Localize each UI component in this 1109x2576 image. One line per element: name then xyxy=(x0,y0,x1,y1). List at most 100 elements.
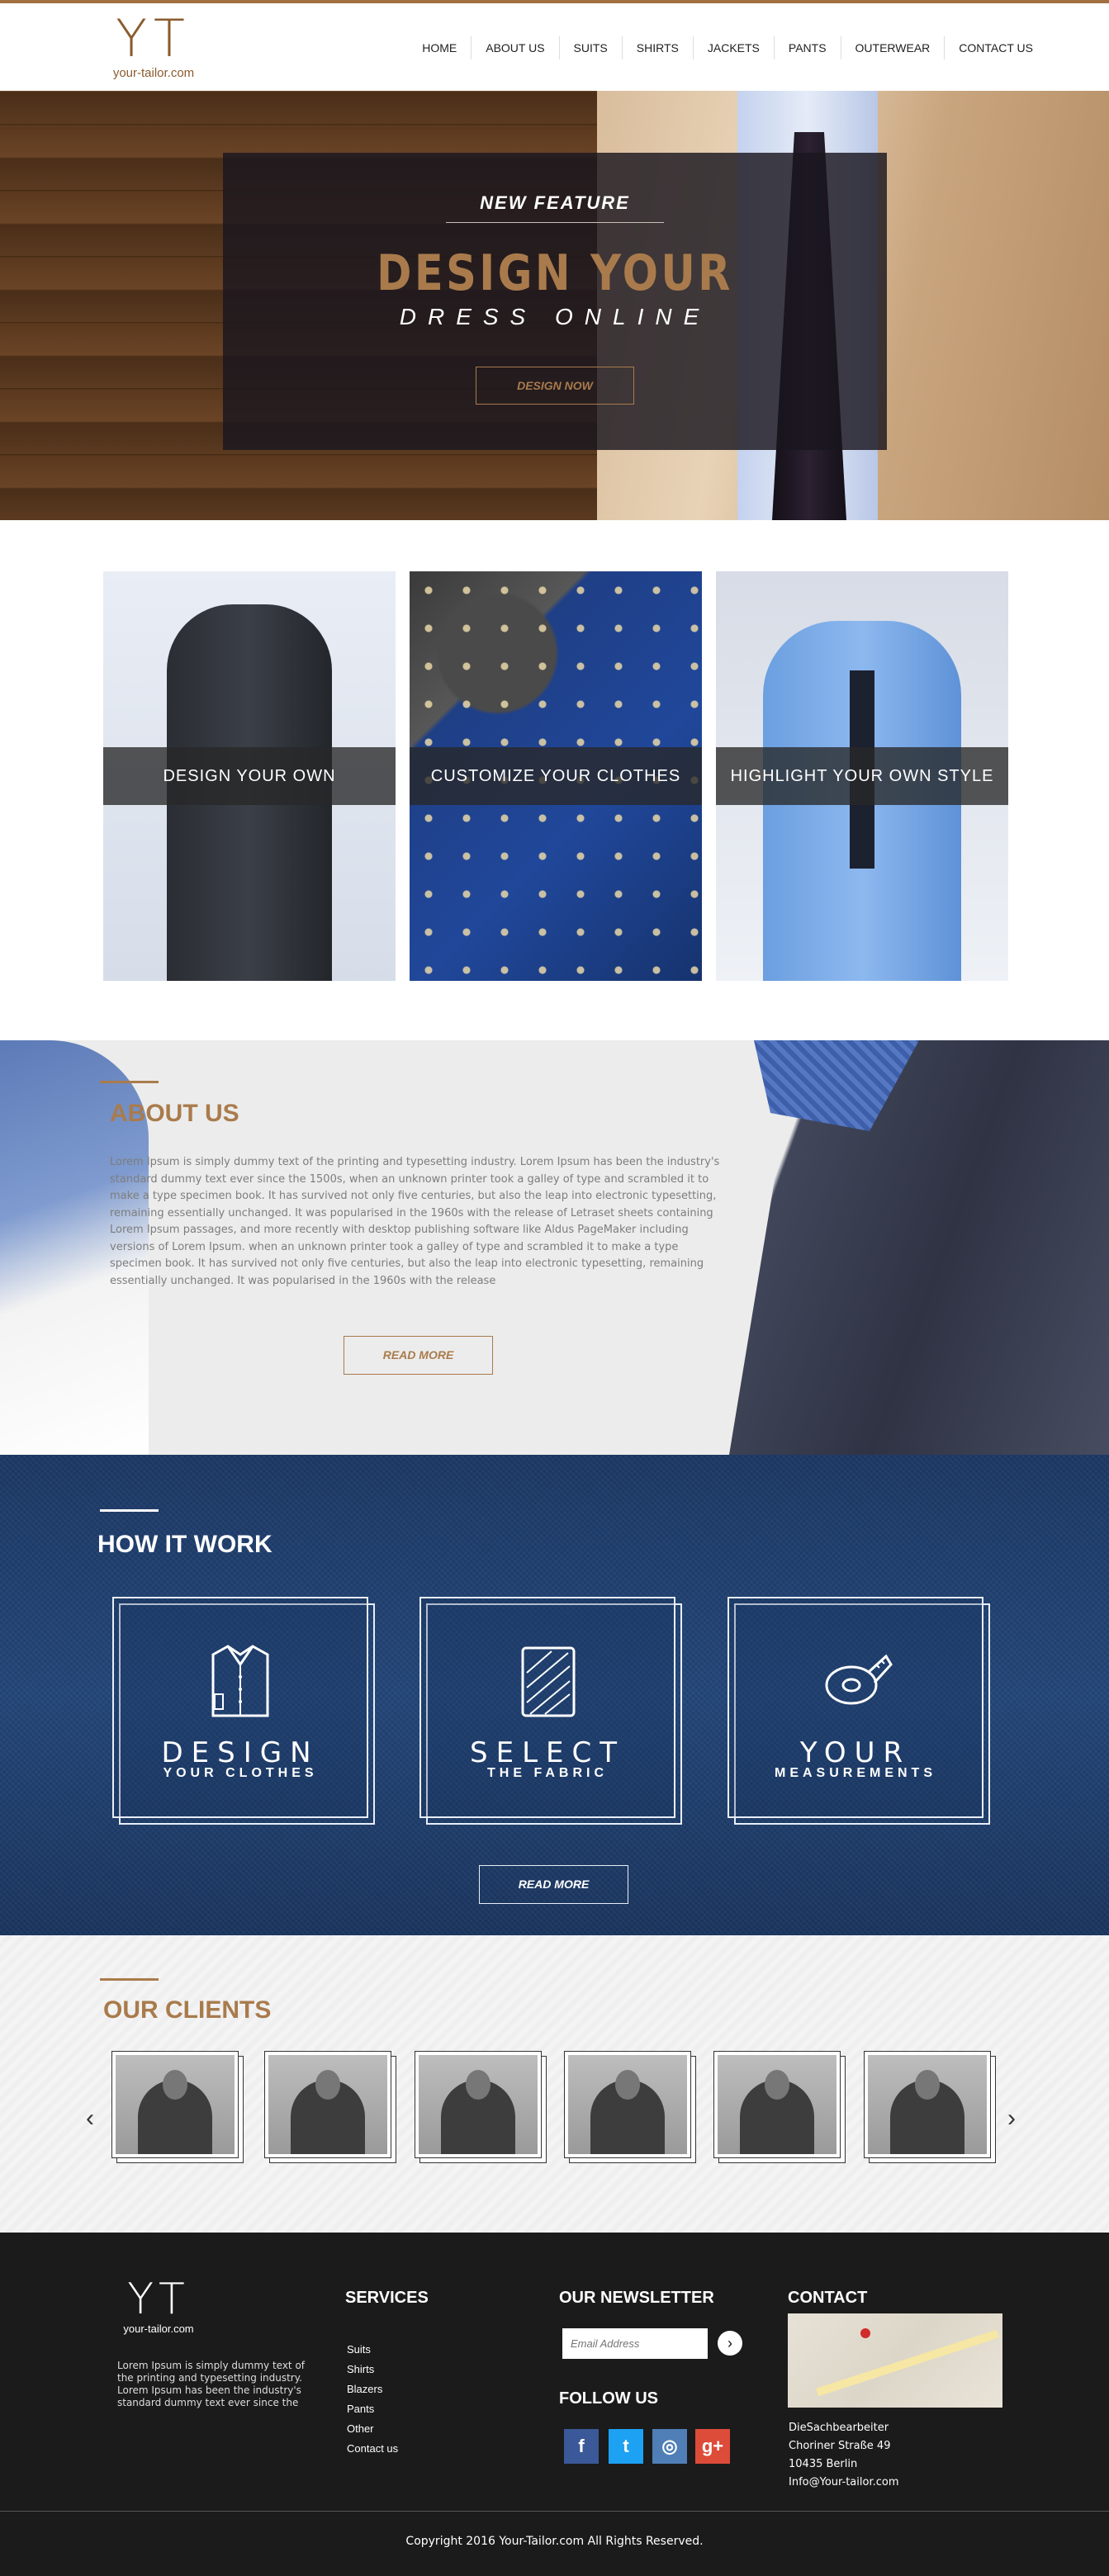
services-link-pants[interactable]: Pants xyxy=(347,2399,398,2419)
follow-us-heading: FOLLOW US xyxy=(559,2389,658,2408)
services-link-suits[interactable]: Suits xyxy=(347,2340,398,2360)
hero-kicker: NEW FEATURE xyxy=(480,192,630,213)
about-divider xyxy=(100,1081,159,1083)
clients-next-arrow-icon[interactable]: › xyxy=(1007,2105,1016,2133)
contact-company: DieSachbearbeiter xyxy=(789,2422,889,2434)
contact-email[interactable]: Info@Your-tailor.com xyxy=(789,2474,899,2492)
how-read-more-button[interactable]: READ MORE xyxy=(479,1865,628,1904)
logo-text: your-tailor.com xyxy=(112,66,195,80)
site-footer: YT your-tailor.com Lorem Ipsum is simply… xyxy=(0,2233,1109,2576)
shirt-icon xyxy=(211,1645,269,1717)
services-link-contact-us[interactable]: Contact us xyxy=(347,2439,398,2459)
client-frame xyxy=(713,2051,841,2158)
client-photo xyxy=(116,2055,235,2154)
feature-card-design[interactable]: DESIGN YOUR OWN xyxy=(103,571,396,981)
footer-logo-text: your-tailor.com xyxy=(123,2323,194,2335)
services-link-blazers[interactable]: Blazers xyxy=(347,2379,398,2399)
copyright-text: Copyright 2016 Your-Tailor.com All Right… xyxy=(405,2535,704,2548)
how-title: HOW IT WORK xyxy=(97,1531,273,1558)
how-it-works-section: HOW IT WORK DESIGN YOUR CLOTHES SELECT T… xyxy=(0,1455,1109,1935)
nav-item-outerwear[interactable]: OUTERWEAR xyxy=(841,36,945,59)
instagram-icon[interactable]: ◎ xyxy=(652,2429,687,2464)
footer-divider xyxy=(0,2511,1109,2512)
step-design[interactable]: DESIGN YOUR CLOTHES xyxy=(112,1597,375,1825)
step-frame: SELECT THE FABRIC xyxy=(419,1597,675,1818)
nav-item-home[interactable]: HOME xyxy=(408,36,472,59)
map-pin-icon xyxy=(860,2328,870,2338)
newsletter-email-input[interactable] xyxy=(562,2328,708,2359)
client-card[interactable] xyxy=(415,2051,547,2163)
hero-title: DESIGN YOUR xyxy=(377,244,733,302)
client-frame xyxy=(111,2051,239,2158)
services-heading: SERVICES xyxy=(345,2289,429,2307)
nav-item-about-us[interactable]: ABOUT US xyxy=(472,36,560,59)
site-header: YT your-tailor.com HOME ABOUT US SUITS S… xyxy=(0,0,1109,91)
contact-map[interactable] xyxy=(788,2313,1002,2408)
step-frame: DESIGN YOUR CLOTHES xyxy=(112,1597,368,1818)
step-subtitle: MEASUREMENTS xyxy=(774,1766,936,1780)
nav-item-pants[interactable]: PANTS xyxy=(775,36,841,59)
step-measurements[interactable]: YOUR MEASUREMENTS xyxy=(727,1597,990,1825)
services-link-shirts[interactable]: Shirts xyxy=(347,2360,398,2379)
client-card[interactable] xyxy=(864,2051,996,2163)
client-frame xyxy=(415,2051,542,2158)
footer-about-text: Lorem Ipsum is simply dummy text of the … xyxy=(117,2360,306,2408)
design-now-button[interactable]: DESIGN NOW xyxy=(476,367,634,405)
newsletter-heading: OUR NEWSLETTER xyxy=(559,2289,714,2307)
client-photo xyxy=(568,2055,687,2154)
nav-item-suits[interactable]: SUITS xyxy=(560,36,623,59)
feature-cards: DESIGN YOUR OWN CUSTOMIZE YOUR CLOTHES H… xyxy=(0,520,1109,1040)
client-card[interactable] xyxy=(111,2051,244,2163)
clients-title: OUR CLIENTS xyxy=(103,1996,272,2024)
services-link-other[interactable]: Other xyxy=(347,2419,398,2439)
clients-prev-arrow-icon[interactable]: ‹ xyxy=(86,2105,94,2133)
nav-item-shirts[interactable]: SHIRTS xyxy=(623,36,694,59)
feature-card-customize[interactable]: CUSTOMIZE YOUR CLOTHES xyxy=(410,571,702,981)
feature-card-style[interactable]: HIGHLIGHT YOUR OWN STYLE xyxy=(716,571,1008,981)
contact-street: Choriner Straße 49 xyxy=(789,2440,891,2452)
main-nav: HOME ABOUT US SUITS SHIRTS JACKETS PANTS… xyxy=(408,36,1047,59)
about-text: Lorem Ipsum is simply dummy text of the … xyxy=(110,1156,720,1287)
contact-address: DieSachbearbeiter Choriner Straße 49 104… xyxy=(789,2419,899,2492)
client-photo xyxy=(868,2055,987,2154)
site-logo[interactable]: YT your-tailor.com xyxy=(104,8,203,81)
feature-card-label: CUSTOMIZE YOUR CLOTHES xyxy=(410,747,702,805)
client-photo xyxy=(419,2055,538,2154)
hero-kicker-divider xyxy=(446,222,664,223)
clients-divider xyxy=(100,1978,159,1981)
client-photo xyxy=(268,2055,387,2154)
about-section: ABOUT US Lorem Ipsum is simply dummy tex… xyxy=(0,1040,1109,1455)
contact-city: 10435 Berlin xyxy=(789,2458,858,2470)
newsletter-submit-arrow-icon[interactable]: › xyxy=(718,2331,742,2356)
fabric-icon xyxy=(521,1646,576,1717)
feature-card-label: HIGHLIGHT YOUR OWN STYLE xyxy=(716,747,1008,805)
nav-item-contact-us[interactable]: CONTACT US xyxy=(945,36,1047,59)
client-frame xyxy=(264,2051,391,2158)
nav-item-jackets[interactable]: JACKETS xyxy=(694,36,775,59)
logo-mark: YT xyxy=(116,8,192,69)
step-subtitle: THE FABRIC xyxy=(487,1766,608,1780)
contact-heading: CONTACT xyxy=(788,2289,868,2307)
twitter-icon[interactable]: t xyxy=(609,2429,643,2464)
footer-logo-mark: YT xyxy=(127,2275,190,2324)
client-photo xyxy=(718,2055,836,2154)
client-card[interactable] xyxy=(264,2051,396,2163)
about-read-more-button[interactable]: READ MORE xyxy=(344,1336,493,1375)
about-title: ABOUT US xyxy=(110,1100,239,1127)
step-select[interactable]: SELECT THE FABRIC xyxy=(419,1597,682,1825)
step-subtitle: YOUR CLOTHES xyxy=(163,1766,318,1780)
google-plus-icon[interactable]: g+ xyxy=(695,2429,730,2464)
feature-card-label: DESIGN YOUR OWN xyxy=(103,747,396,805)
step-frame: YOUR MEASUREMENTS xyxy=(727,1597,983,1818)
client-card[interactable] xyxy=(713,2051,846,2163)
how-divider xyxy=(100,1509,159,1512)
step-title: YOUR xyxy=(799,1736,912,1769)
facebook-icon[interactable]: f xyxy=(564,2429,599,2464)
clients-section: OUR CLIENTS ‹ › xyxy=(0,1935,1109,2233)
client-card[interactable] xyxy=(564,2051,696,2163)
step-title: SELECT xyxy=(470,1736,625,1769)
client-frame xyxy=(864,2051,991,2158)
footer-logo[interactable]: YT your-tailor.com xyxy=(117,2278,200,2335)
hero-subtitle: DRESS ONLINE xyxy=(399,304,711,329)
measuring-tape-icon xyxy=(825,1654,893,1705)
